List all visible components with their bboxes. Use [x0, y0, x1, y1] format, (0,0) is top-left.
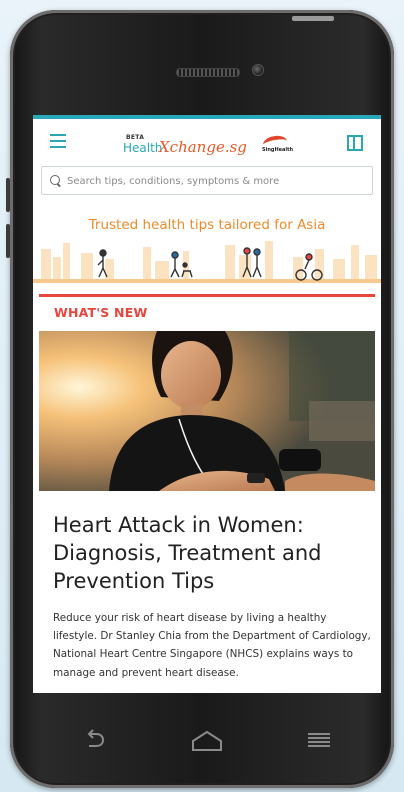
- app-header: BETA Health Xchange.sg SingHealth: [33, 119, 381, 171]
- section-label: WHAT'S NEW: [54, 305, 148, 320]
- back-icon[interactable]: [84, 728, 108, 750]
- home-icon[interactable]: [190, 730, 224, 752]
- panel-icon[interactable]: [347, 135, 363, 151]
- search-bar[interactable]: [41, 166, 373, 195]
- singhealth-text: SingHealth: [262, 147, 294, 153]
- phone-screen: BETA Health Xchange.sg SingHealth Search…: [33, 115, 381, 693]
- city-skyline-illustration: [33, 241, 381, 283]
- earpiece-speaker: [176, 68, 240, 77]
- banner-tagline: Trusted health tips tailored for Asia: [88, 217, 326, 233]
- volume-down-button: [6, 224, 10, 258]
- recents-icon[interactable]: [308, 733, 330, 747]
- hero-banner: Trusted health tips tailored for Asia: [33, 197, 381, 289]
- article-description: Reduce your risk of heart disease by liv…: [53, 612, 371, 679]
- search-icon[interactable]: [50, 175, 60, 185]
- search-input[interactable]: [65, 171, 359, 191]
- singhealth-logo[interactable]: SingHealth: [261, 133, 294, 155]
- section-divider: [39, 294, 375, 297]
- front-camera: [252, 64, 264, 76]
- article-hero-image[interactable]: [39, 331, 375, 491]
- logo-health: Health: [123, 141, 163, 155]
- logo-beta: BETA: [126, 134, 145, 141]
- volume-up-button: [6, 178, 10, 212]
- hamburger-menu-icon[interactable]: [50, 134, 66, 148]
- article-title[interactable]: Heart Attack in Women: Diagnosis, Treatm…: [53, 511, 363, 595]
- power-button: [292, 16, 334, 21]
- logo-xchange: Xchange.sg: [159, 138, 247, 156]
- woman-checking-watch-photo: [39, 331, 375, 491]
